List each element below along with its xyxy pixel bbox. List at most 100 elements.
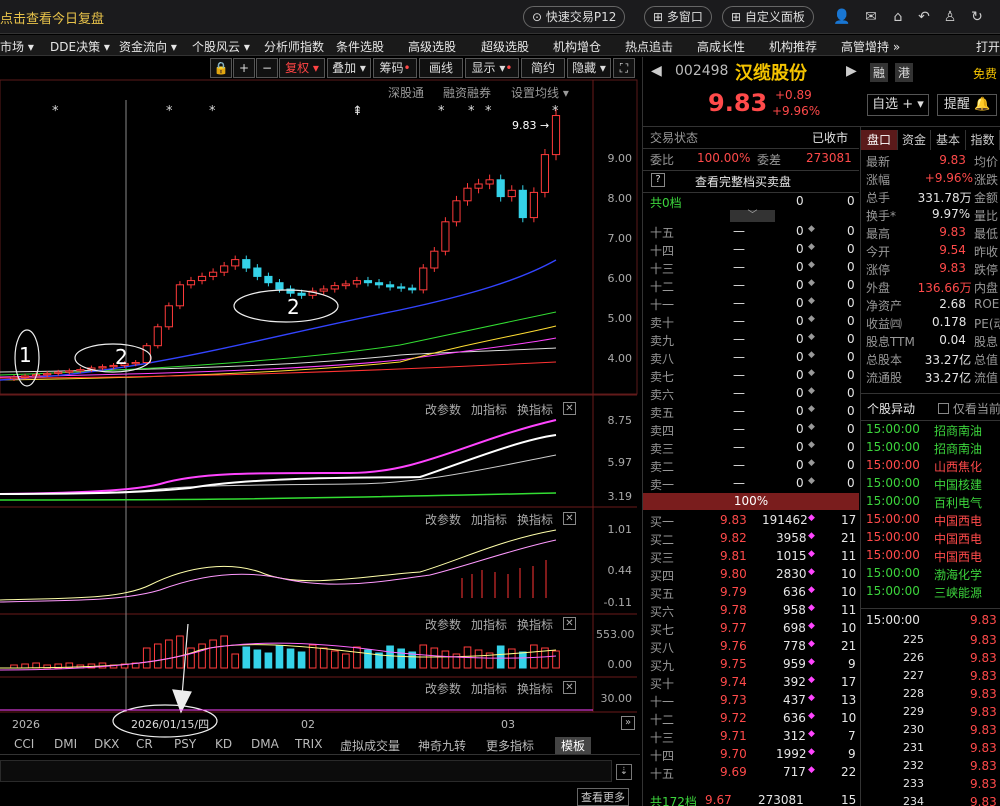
price-flag: 9.83 →: [512, 119, 550, 132]
custom-panel-button[interactable]: ⊞ 自定义面板: [722, 6, 814, 28]
add-indicator-link[interactable]: 加指标: [471, 401, 507, 418]
kline-chart[interactable]: * * * ⇞ * * * *: [0, 0, 640, 760]
add-watch-button[interactable]: 自选 + ▾: [867, 94, 929, 116]
tab-kd[interactable]: KD: [215, 737, 232, 751]
move-stock[interactable]: 三峡能源: [934, 584, 982, 602]
buy-count: 9: [848, 657, 856, 671]
sell-price: —: [733, 242, 745, 256]
volume-bar: [430, 647, 439, 669]
candle-body: [419, 267, 428, 291]
sell-count: 0: [847, 404, 855, 418]
switch-indicator-link[interactable]: 换指标: [517, 680, 553, 697]
tab-dma[interactable]: DMA: [251, 737, 279, 751]
move-stock[interactable]: 百利电气: [934, 494, 982, 512]
shirt-icon[interactable]: ♙: [941, 8, 959, 26]
close-icon[interactable]: ✕: [563, 617, 576, 630]
menu-growth[interactable]: 高成长性: [697, 38, 745, 55]
checkbox[interactable]: [938, 403, 949, 414]
back-icon[interactable]: ↶: [915, 8, 933, 26]
axis-label: 0.44: [607, 564, 633, 577]
help-icon[interactable]: ?: [651, 173, 665, 187]
switch-indicator-link[interactable]: 换指标: [517, 511, 553, 528]
expand-icon[interactable]: ⇣: [616, 764, 632, 780]
tab-capital[interactable]: 资金: [898, 130, 931, 150]
collapse-icon[interactable]: ﹀: [730, 210, 775, 222]
tab-more-indicators[interactable]: 更多指标: [486, 737, 534, 754]
multi-window-button[interactable]: ⊞ 多窗口: [644, 6, 712, 28]
volume-bar: [153, 643, 162, 669]
dot-icon: ◆: [808, 386, 815, 396]
home-icon[interactable]: ⌂: [889, 8, 907, 26]
candle-body: [131, 362, 140, 365]
sell-count: 0: [847, 224, 855, 238]
free-link[interactable]: 免费: [973, 65, 997, 82]
switch-indicator-link[interactable]: 换指标: [517, 616, 553, 633]
prev-stock-icon[interactable]: ◀: [651, 63, 662, 79]
move-stock[interactable]: 山西焦化: [934, 458, 982, 476]
move-stock[interactable]: 中国核建: [934, 476, 982, 494]
buy-volume: 958: [783, 603, 806, 617]
close-icon[interactable]: ✕: [563, 512, 576, 525]
weibi-label: 委比: [650, 153, 675, 167]
tab-cr[interactable]: CR: [136, 737, 153, 751]
tick-price: 9.83: [970, 759, 997, 773]
tab-trix[interactable]: TRIX: [295, 737, 322, 751]
buy-volume: 959: [783, 657, 806, 671]
move-stock[interactable]: 中国西电: [934, 548, 982, 566]
move-stock[interactable]: 中国西电: [934, 512, 982, 530]
tab-psy[interactable]: PSY: [174, 737, 196, 751]
move-stock[interactable]: 中国西电: [934, 530, 982, 548]
menu-exec-increase[interactable]: 高管增持 »: [841, 38, 900, 55]
edit-params-link[interactable]: 改参数: [425, 680, 461, 697]
move-stock[interactable]: 招商南油: [934, 440, 982, 458]
close-icon[interactable]: ✕: [563, 681, 576, 694]
sell-level-label: 卖八: [650, 352, 675, 366]
switch-indicator-link[interactable]: 换指标: [517, 401, 553, 418]
add-indicator-link[interactable]: 加指标: [471, 616, 507, 633]
candle-body: [452, 200, 461, 223]
edit-params-link[interactable]: 改参数: [425, 616, 461, 633]
menu-recommend[interactable]: 机构推荐: [769, 38, 817, 55]
margin-badge: 融: [870, 63, 889, 82]
next-stock-icon[interactable]: ▶: [846, 63, 857, 79]
stat-label: 总手: [866, 191, 891, 205]
refresh-icon[interactable]: ↻: [968, 8, 986, 26]
crosshair-date: 2026/01/15/四: [131, 718, 210, 731]
sell-volume: 0: [796, 260, 804, 274]
volume-bar: [220, 635, 228, 669]
view-more-button[interactable]: 查看更多: [577, 788, 629, 806]
tab-dkx[interactable]: DKX: [94, 737, 119, 751]
move-stock[interactable]: 招商南油: [934, 422, 982, 440]
tab-index[interactable]: 指数: [966, 130, 1000, 150]
move-stock[interactable]: 渤海化学: [934, 566, 982, 584]
tab-template[interactable]: 模板: [555, 737, 592, 754]
tab-dmi[interactable]: DMI: [54, 737, 77, 751]
dot-icon: ◆: [808, 567, 815, 577]
svg-text:⇞: ⇞: [352, 104, 363, 119]
moves-option[interactable]: 仅看当前: [938, 400, 1000, 418]
scroll-right-icon[interactable]: »: [621, 716, 635, 730]
add-indicator-link[interactable]: 加指标: [471, 511, 507, 528]
user-icon[interactable]: 👤: [833, 8, 851, 26]
bottom-panel: [0, 760, 612, 782]
stock-name: 汉缆股份: [735, 63, 807, 84]
total-sell-vol: 0: [796, 194, 804, 208]
tab-basic[interactable]: 基本: [931, 130, 966, 150]
full-book-link[interactable]: 查看完整档买卖盘: [695, 173, 791, 191]
divider: [0, 754, 640, 755]
edit-params-link[interactable]: 改参数: [425, 401, 461, 418]
close-icon[interactable]: ✕: [563, 402, 576, 415]
stat-value: 0.04: [939, 333, 966, 347]
add-indicator-link[interactable]: 加指标: [471, 680, 507, 697]
edit-params-link[interactable]: 改参数: [425, 511, 461, 528]
menu-open[interactable]: 打开: [976, 38, 1000, 55]
tab-virtual-volume[interactable]: 虚拟成交量: [340, 737, 400, 754]
sell-price: —: [733, 368, 745, 382]
sell-volume: 0: [796, 224, 804, 238]
tab-pankou[interactable]: 盘口: [861, 130, 898, 150]
tab-td9[interactable]: 神奇九转: [418, 737, 466, 754]
stat-label: 流值: [974, 371, 999, 385]
mail-icon[interactable]: ✉: [862, 8, 880, 26]
alert-button[interactable]: 提醒 🔔: [937, 94, 997, 116]
tab-cci[interactable]: CCI: [14, 737, 34, 751]
